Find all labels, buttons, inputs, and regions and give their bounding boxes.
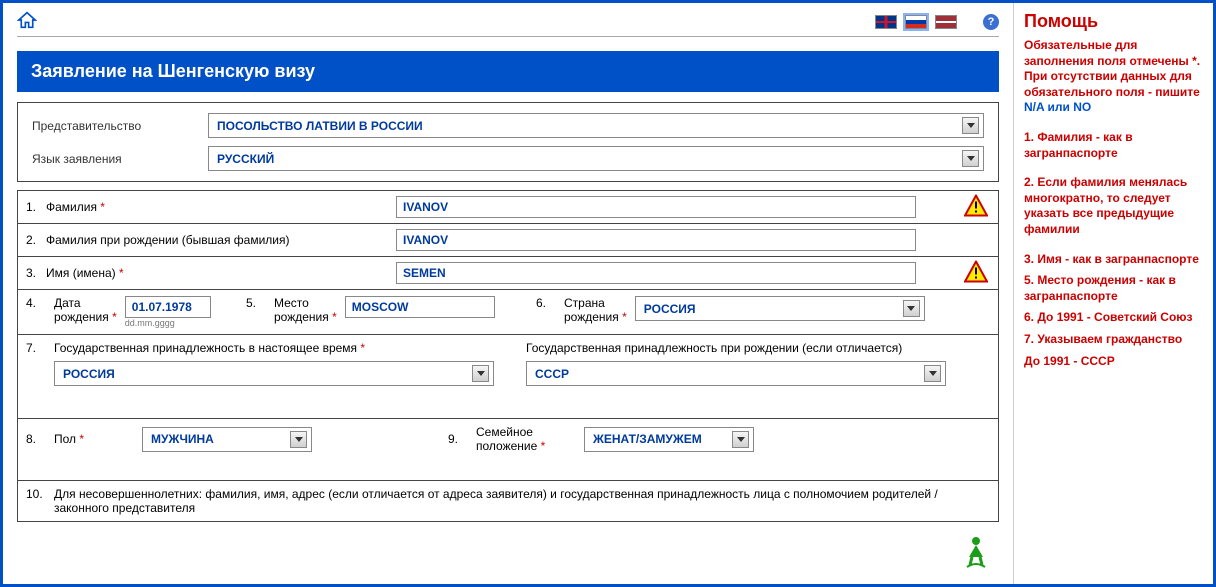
help-title: Помощь (1024, 11, 1203, 32)
field-minor-guardian: 10. Для несовершеннолетних: фамилия, имя… (17, 480, 999, 522)
help-p6: 6. До 1991 - Советский Союз (1024, 310, 1203, 326)
chevron-down-icon[interactable] (732, 431, 749, 448)
page-title: Заявление на Шенгенскую визу (17, 51, 999, 92)
nat-current-label: Государственная принадлежность в настоящ… (54, 341, 357, 355)
cob-value: РОССИЯ (644, 302, 696, 316)
chevron-down-icon[interactable] (903, 300, 920, 317)
representation-label: Представительство (32, 119, 202, 133)
field-surname-birth: 2. Фамилия при рождении (бывшая фамилия) (17, 223, 999, 257)
language-label: Язык заявления (32, 152, 202, 166)
help-p3: 3. Имя - как в загранпаспорте (1024, 252, 1203, 268)
cob-label-1: Страна (564, 296, 627, 310)
chevron-down-icon[interactable] (924, 365, 941, 382)
surname-birth-input[interactable] (396, 229, 916, 251)
dob-label-1: Дата (54, 296, 117, 310)
pob-label-2: рождения (274, 310, 329, 324)
marital-select[interactable]: ЖЕНАТ/ЗАМУЖЕМ (584, 427, 754, 452)
pob-label-1: Место (274, 296, 337, 310)
dob-input[interactable] (125, 296, 211, 318)
surname-birth-label: Фамилия при рождении (бывшая фамилия) (46, 233, 396, 247)
nat-current-select[interactable]: РОССИЯ (54, 361, 494, 386)
dob-label-2: рождения (54, 310, 109, 324)
sex-select[interactable]: МУЖЧИНА (142, 427, 312, 452)
marital-label-2: положение (476, 439, 537, 453)
field-firstname: 3. Имя (имена) * (17, 256, 999, 290)
marital-value: ЖЕНАТ/ЗАМУЖЕМ (593, 432, 702, 446)
meta-box: Представительство ПОСОЛЬСТВО ЛАТВИИ В РО… (17, 102, 999, 182)
help-icon[interactable]: ? (983, 14, 999, 30)
home-icon[interactable] (17, 11, 37, 32)
language-select[interactable]: РУССКИЙ (208, 146, 984, 171)
firstname-input[interactable] (396, 262, 916, 284)
surname-label: Фамилия (46, 200, 97, 214)
pob-input[interactable] (345, 296, 495, 318)
cob-label-2: рождения (564, 310, 619, 324)
field-nationality: 7. Государственная принадлежность в наст… (17, 334, 999, 419)
field-birth-group: 4. Дата рождения * dd.mm.gggg 5. Место р… (17, 289, 999, 335)
warning-icon (964, 261, 988, 286)
surname-input[interactable] (396, 196, 916, 218)
representation-value: ПОСОЛЬСТВО ЛАТВИИ В РОССИИ (217, 119, 423, 133)
language-flags: ? (875, 14, 999, 30)
help-p7b: До 1991 - СССР (1024, 354, 1203, 370)
chevron-down-icon[interactable] (962, 150, 979, 167)
field-surname: 1. Фамилия * (17, 190, 999, 224)
nat-birth-value: СССР (535, 367, 569, 381)
field-sex-marital: 8. Пол * МУЖЧИНА 9. Семейное положение *… (17, 418, 999, 481)
sex-value: МУЖЧИНА (151, 432, 214, 446)
help-intro: Обязательные для заполнения поля отмечен… (1024, 38, 1203, 116)
help-p7: 7. Указываем гражданство (1024, 332, 1203, 348)
flag-lv-icon[interactable] (935, 15, 957, 29)
language-value: РУССКИЙ (217, 152, 274, 166)
nat-birth-select[interactable]: СССР (526, 361, 946, 386)
nat-birth-label: Государственная принадлежность при рожде… (526, 341, 990, 355)
chevron-down-icon[interactable] (472, 365, 489, 382)
topbar: ? (17, 11, 999, 37)
chevron-down-icon[interactable] (962, 117, 979, 134)
cob-select[interactable]: РОССИЯ (635, 296, 925, 321)
help-p2: 2. Если фамилия менялась многократно, то… (1024, 175, 1203, 237)
minor-guardian-label: Для несовершеннолетних: фамилия, имя, ад… (54, 487, 990, 515)
flag-ru-icon[interactable] (905, 15, 927, 29)
flag-uk-icon[interactable] (875, 15, 897, 29)
dob-hint: dd.mm.gggg (125, 318, 211, 328)
warning-icon (964, 195, 988, 220)
help-p5: 5. Место рождения - как в загранпаспорте (1024, 273, 1203, 304)
chevron-down-icon[interactable] (290, 431, 307, 448)
firstname-label: Имя (имена) (46, 266, 116, 280)
sex-label: Пол (54, 432, 76, 446)
child-icon (961, 535, 991, 572)
help-sidebar: Помощь Обязательные для заполнения поля … (1013, 3, 1213, 584)
representation-select[interactable]: ПОСОЛЬСТВО ЛАТВИИ В РОССИИ (208, 113, 984, 138)
marital-label-1: Семейное (476, 425, 576, 439)
help-p1: 1. Фамилия - как в загранпаспорте (1024, 130, 1203, 161)
nat-current-value: РОССИЯ (63, 367, 115, 381)
